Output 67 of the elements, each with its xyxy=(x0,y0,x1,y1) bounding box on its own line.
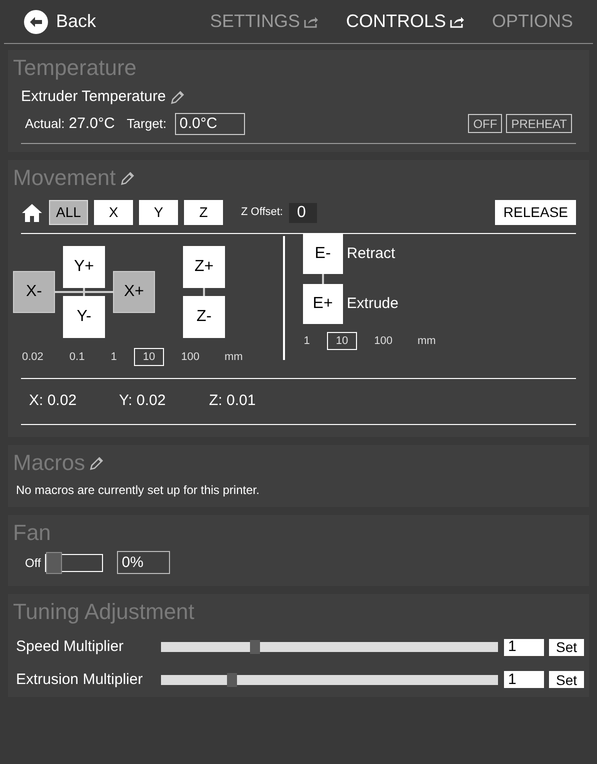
extruder-caption: Extrude xyxy=(346,294,398,314)
multiplier-label: Speed Multiplier xyxy=(16,637,125,657)
heater-name: Extruder Temperature xyxy=(21,87,166,107)
home-axis-button[interactable]: ALL xyxy=(49,200,88,225)
home-axis-button[interactable]: Y xyxy=(139,200,178,225)
back-button[interactable]: Back xyxy=(24,8,96,35)
unit-label: mm xyxy=(224,350,243,365)
jog-button[interactable]: Z+ xyxy=(183,246,225,288)
nav-tab[interactable]: CONTROLS xyxy=(346,8,464,35)
slider-track[interactable] xyxy=(161,674,498,685)
nav-tab[interactable]: SETTINGS xyxy=(210,8,318,35)
step-option[interactable]: 10 xyxy=(134,348,164,366)
macros-message: No macros are currently set up for this printer. xyxy=(16,482,260,499)
pencil-icon[interactable] xyxy=(170,90,185,105)
step-option[interactable]: 10 xyxy=(326,332,358,350)
slider-thumb[interactable] xyxy=(226,672,237,687)
nav-tab[interactable]: OPTIONS xyxy=(492,8,573,35)
step-option[interactable]: 1 xyxy=(102,348,126,366)
step-option[interactable]: 100 xyxy=(172,348,208,366)
slider-thumb[interactable] xyxy=(250,640,260,654)
pencil-icon[interactable] xyxy=(89,456,104,470)
step-option[interactable]: 0.1 xyxy=(60,348,94,366)
home-axis-button[interactable]: X xyxy=(94,200,133,225)
target-label: Target: xyxy=(126,115,167,133)
home-icon[interactable] xyxy=(21,202,43,222)
extruder-button[interactable]: E+ xyxy=(302,284,343,324)
section-title: Tuning Adjustment xyxy=(13,598,194,626)
step-option[interactable]: 100 xyxy=(365,332,402,350)
pencil-icon[interactable] xyxy=(120,170,135,186)
release-button[interactable]: RELEASE xyxy=(495,200,576,225)
z-offset-label: Z Offset: xyxy=(241,205,283,220)
extruder-caption: Retract xyxy=(346,244,396,264)
external-link-icon xyxy=(450,16,464,28)
section-title: Temperature xyxy=(13,54,137,82)
fan-speed-field[interactable]: 0% xyxy=(116,551,170,574)
jog-button[interactable]: Y+ xyxy=(63,246,105,288)
section-title: Fan xyxy=(13,519,51,547)
jog-button[interactable]: Y- xyxy=(63,296,105,338)
set-button[interactable]: Set xyxy=(549,638,584,656)
position-readout: Y: 0.02 xyxy=(119,391,167,412)
section-title: Macros xyxy=(13,449,86,477)
extruder-button[interactable]: E- xyxy=(302,234,343,274)
jog-button[interactable]: Z- xyxy=(183,296,225,338)
position-readout: Z: 0.01 xyxy=(209,391,257,412)
set-button[interactable]: Set xyxy=(549,671,584,688)
jog-button[interactable]: X- xyxy=(13,271,55,313)
actual-label: Actual: xyxy=(25,115,65,133)
section-title: Movement xyxy=(13,164,116,192)
step-option[interactable]: 1 xyxy=(294,332,319,350)
unit-label: mm xyxy=(418,334,436,349)
actual-value: 27.0°C xyxy=(68,114,115,134)
z-offset-value: 0 xyxy=(288,202,317,222)
home-axis-button[interactable]: Z xyxy=(184,200,223,225)
multiplier-field[interactable]: 1 xyxy=(504,671,544,688)
external-link-icon xyxy=(304,16,318,28)
heater-button[interactable]: PREHEAT xyxy=(506,114,572,134)
heater-button[interactable]: OFF xyxy=(468,114,502,134)
fan-slider[interactable] xyxy=(44,554,103,572)
multiplier-field[interactable]: 1 xyxy=(504,638,544,656)
multiplier-label: Extrusion Multiplier xyxy=(16,670,144,690)
slider-thumb[interactable] xyxy=(46,552,62,574)
step-option[interactable]: 0.02 xyxy=(13,348,52,366)
target-field[interactable]: 0.0°C xyxy=(174,112,245,135)
fan-off-label: Off xyxy=(25,554,41,572)
slider-track[interactable] xyxy=(161,642,498,652)
jog-button[interactable]: X+ xyxy=(113,271,155,313)
position-readout: X: 0.02 xyxy=(29,391,78,412)
